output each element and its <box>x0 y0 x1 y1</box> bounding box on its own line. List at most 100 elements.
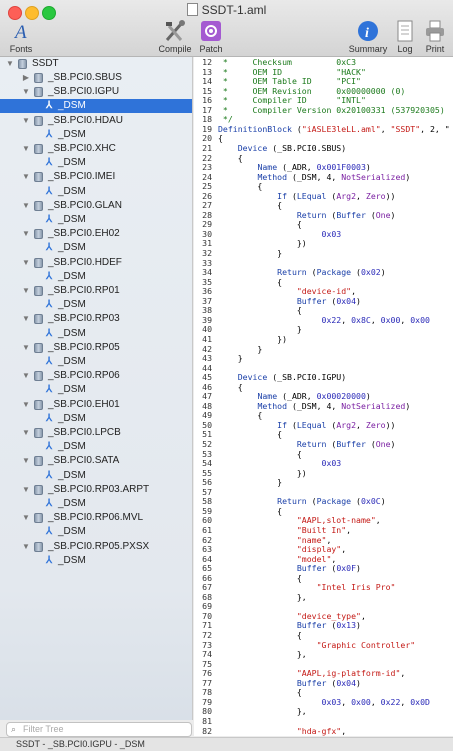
tree-item-device[interactable]: ▼ _SB.PCI0.HDEF <box>0 256 192 270</box>
code-line[interactable]: 22 { <box>194 153 243 163</box>
tree-item-dsm[interactable]: ⅄ _DSM <box>0 213 192 227</box>
disclosure-open-icon[interactable]: ▼ <box>22 454 30 468</box>
tree-item-dsm[interactable]: ⅄ _DSM <box>0 156 192 170</box>
code-line[interactable]: 62 "name", <box>194 535 331 545</box>
code-line[interactable]: 12 * Checksum 0xC3 <box>194 57 356 67</box>
disclosure-open-icon[interactable]: ▼ <box>22 170 30 184</box>
summary-button[interactable]: i Summary <box>348 20 388 54</box>
code-line[interactable]: 53 { <box>194 449 302 459</box>
disclosure-open-icon[interactable]: ▼ <box>22 85 30 99</box>
tree-item-dsm[interactable]: ⅄ _DSM <box>0 298 192 312</box>
code-line[interactable]: 51 { <box>194 429 282 439</box>
code-line[interactable]: 33 <box>194 258 218 268</box>
tree-item-device[interactable]: ▼ _SB.PCI0.LPCB <box>0 426 192 440</box>
code-line[interactable]: 50 If (LEqual (Arg2, Zero)) <box>194 420 395 430</box>
code-line[interactable]: 13 * OEM ID "HACK" <box>194 67 366 77</box>
tree-item-device[interactable]: ▼ _SB.PCI0.HDAU <box>0 114 192 128</box>
code-line[interactable]: 19 DefinitionBlock ("iASLE3leLL.aml", "SS… <box>194 124 450 134</box>
tree-item-device[interactable]: ▼ _SB.PCI0.RP01 <box>0 284 192 298</box>
code-line[interactable]: 32 } <box>194 248 282 258</box>
code-line[interactable]: 73 "Graphic Controller" <box>194 640 415 650</box>
code-line[interactable]: 48 Method (_DSM, 4, NotSerialized) <box>194 401 410 411</box>
code-line[interactable]: 25 { <box>194 181 262 191</box>
code-line[interactable]: 39 0x22, 0x8C, 0x00, 0x00 <box>194 315 430 325</box>
tree-item-dsm[interactable]: ⅄ _DSM <box>0 554 192 568</box>
tree-item-dsm[interactable]: ⅄ _DSM <box>0 440 192 454</box>
code-line[interactable]: 78 { <box>194 687 302 697</box>
disclosure-open-icon[interactable]: ▼ <box>22 483 30 497</box>
code-line[interactable]: 28 Return (Buffer (One) <box>194 210 395 220</box>
code-line[interactable]: 82 "hda-gfx", <box>194 726 346 736</box>
code-line[interactable]: 76 "AAPL,ig-platform-id", <box>194 668 405 678</box>
filter-tree-input[interactable]: ⌕ Filter Tree <box>6 722 192 737</box>
code-line[interactable]: 30 0x03 <box>194 229 341 239</box>
log-button[interactable]: Log <box>392 20 418 54</box>
code-line[interactable]: 72 { <box>194 630 302 640</box>
code-line[interactable]: 46 { <box>194 382 243 392</box>
code-line[interactable]: 81 <box>194 716 218 726</box>
code-line[interactable]: 31 }) <box>194 238 307 248</box>
code-line[interactable]: 52 Return (Buffer (One) <box>194 439 395 449</box>
tree-item-device[interactable]: ▼ _SB.PCI0.SATA <box>0 454 192 468</box>
tree-item-device[interactable]: ▼ _SB.PCI0.GLAN <box>0 199 192 213</box>
disclosure-open-icon[interactable]: ▼ <box>22 227 30 241</box>
tree-item-device[interactable]: ▼ _SB.PCI0.RP05.PXSX <box>0 540 192 554</box>
code-line[interactable]: 47 Name (_ADR, 0x00020000) <box>194 391 371 401</box>
tree-item-device[interactable]: ▼ _SB.PCI0.IMEI <box>0 170 192 184</box>
tree-item-dsm[interactable]: ⅄ _DSM <box>0 497 192 511</box>
code-line[interactable]: 79 0x03, 0x00, 0x22, 0x0D <box>194 697 430 707</box>
code-line[interactable]: 14 * OEM Table ID "PCI" <box>194 76 361 86</box>
tree-item-dsm[interactable]: ⅄ _DSM <box>0 128 192 142</box>
code-line[interactable]: 69 <box>194 601 218 611</box>
disclosure-open-icon[interactable]: ▼ <box>22 398 30 412</box>
code-line[interactable]: 23 Name (_ADR, 0x001F0003) <box>194 162 371 172</box>
fonts-button[interactable]: A Fonts <box>6 20 36 54</box>
disclosure-open-icon[interactable]: ▼ <box>22 341 30 355</box>
code-line[interactable]: 38 { <box>194 305 302 315</box>
disclosure-open-icon[interactable]: ▼ <box>22 199 30 213</box>
tree-root-ssdt[interactable]: ▼ SSDT <box>0 57 192 71</box>
code-line[interactable]: 66 { <box>194 573 302 583</box>
disclosure-open-icon[interactable]: ▼ <box>22 142 30 156</box>
tree-item-device[interactable]: ▼ _SB.PCI0.EH02 <box>0 227 192 241</box>
code-line[interactable]: 42 } <box>194 344 262 354</box>
code-line[interactable]: 71 Buffer (0x13) <box>194 620 361 630</box>
tree-item-device[interactable]: ▼ _SB.PCI0.RP06 <box>0 369 192 383</box>
tree-item-dsm[interactable]: ⅄ _DSM <box>0 241 192 255</box>
code-line[interactable]: 60 "AAPL,slot-name", <box>194 515 381 525</box>
tree-item-dsm[interactable]: ⅄ _DSM <box>0 270 192 284</box>
tree-item-device[interactable]: ▼ _SB.PCI0.RP05 <box>0 341 192 355</box>
tree-item-dsm[interactable]: ⅄ _DSM <box>0 525 192 539</box>
code-editor[interactable]: 12 * Checksum 0xC3 13 * OEM ID "HACK" 14 *… <box>194 57 453 736</box>
code-line[interactable]: 61 "Built In", <box>194 525 351 535</box>
code-line[interactable]: 58 Return (Package (0x0C) <box>194 496 385 506</box>
disclosure-open-icon[interactable]: ▼ <box>22 114 30 128</box>
code-line[interactable]: 26 If (LEqual (Arg2, Zero)) <box>194 191 395 201</box>
code-line[interactable]: 27 { <box>194 200 282 210</box>
patch-button[interactable]: Patch <box>196 20 226 54</box>
compile-button[interactable]: Compile <box>157 20 193 54</box>
code-line[interactable]: 45 Device (_SB.PCI0.IGPU) <box>194 372 346 382</box>
code-line[interactable]: 37 Buffer (0x04) <box>194 296 361 306</box>
code-line[interactable]: 24 Method (_DSM, 4, NotSerialized) <box>194 172 410 182</box>
print-button[interactable]: Print <box>422 20 448 54</box>
tree-item-device[interactable]: ▼ _SB.PCI0.RP06.MVL <box>0 511 192 525</box>
code-line[interactable]: 35 { <box>194 277 282 287</box>
code-line[interactable]: 63 "display", <box>194 544 346 554</box>
disclosure-open-icon[interactable]: ▼ <box>22 312 30 326</box>
code-line[interactable]: 44 <box>194 363 218 373</box>
disclosure-open-icon[interactable]: ▼ <box>22 540 30 554</box>
tree-item-device[interactable]: ▼ _SB.PCI0.EH01 <box>0 398 192 412</box>
code-line[interactable]: 64 "model", <box>194 554 336 564</box>
code-line[interactable]: 41 }) <box>194 334 287 344</box>
tree-item-device[interactable]: ▼ _SB.PCI0.XHC <box>0 142 192 156</box>
code-line[interactable]: 20 { <box>194 133 223 143</box>
code-line[interactable]: 40 } <box>194 324 302 334</box>
disclosure-open-icon[interactable]: ▼ <box>22 426 30 440</box>
code-line[interactable]: 54 0x03 <box>194 458 341 468</box>
tree-item-dsm[interactable]: ⅄ _DSM <box>0 185 192 199</box>
disclosure-open-icon[interactable]: ▼ <box>22 369 30 383</box>
code-line[interactable]: 36 "device-id", <box>194 286 356 296</box>
code-line[interactable]: 80 }, <box>194 706 307 716</box>
code-line[interactable]: 67 "Intel Iris Pro" <box>194 582 395 592</box>
